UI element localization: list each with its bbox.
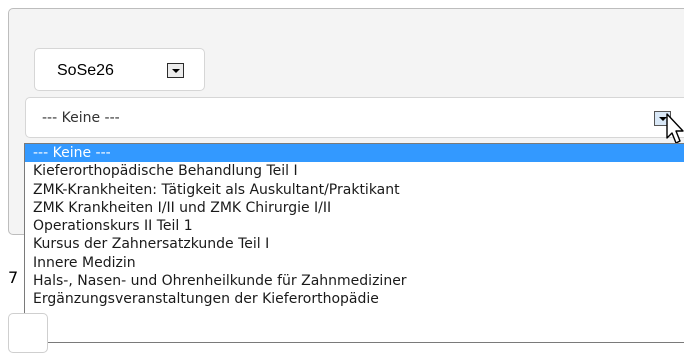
dropdown-option[interactable]: --- Keine --- <box>25 144 684 163</box>
semester-dropdown-button[interactable] <box>167 63 184 78</box>
chevron-down-icon[interactable] <box>167 63 184 78</box>
semester-select-value: SoSe26 <box>57 62 114 79</box>
dropdown-option[interactable]: Innere Medizin <box>25 254 684 272</box>
course-select-value: --- Keine --- <box>42 110 120 126</box>
semester-select[interactable]: SoSe26 <box>34 48 205 91</box>
dropdown-option[interactable]: Hals-, Nasen- und Ohrenheilkunde für Zah… <box>25 272 684 290</box>
dropdown-option[interactable]: Ergänzungsveranstaltungen der Kieferorth… <box>25 290 684 308</box>
dropdown-option[interactable]: ZMK Krankheiten I/II und ZMK Chirurgie I… <box>25 199 684 217</box>
dropdown-option[interactable]: Kieferorthopädische Behandlung Teil I <box>25 162 684 180</box>
dropdown-option[interactable]: ZMK-Krankheiten: Tätigkeit als Auskultan… <box>25 181 684 199</box>
partial-field[interactable] <box>8 313 48 353</box>
mouse-pointer-icon <box>666 113 684 144</box>
course-select[interactable]: --- Keine --- <box>25 97 684 138</box>
course-dropdown-list[interactable]: --- Keine --- Kieferorthopädische Behandl… <box>24 143 684 343</box>
dropdown-option[interactable]: Operationskurs II Teil 1 <box>25 217 684 235</box>
dropdown-option[interactable]: Kursus der Zahnersatzkunde Teil I <box>25 235 684 253</box>
partial-text: 7 <box>8 268 19 287</box>
